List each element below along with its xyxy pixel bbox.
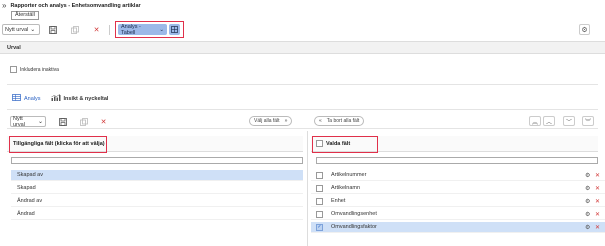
main-toolbar: Nytt urval ⌄ ✕: [0, 21, 605, 37]
delete-icon[interactable]: ✕: [98, 116, 109, 127]
include-inactive-option[interactable]: Inkludera inaktiva: [10, 66, 59, 73]
expand-chevron-icon[interactable]: »: [2, 1, 6, 10]
double-chevron-down-icon: ︾: [584, 119, 591, 126]
field-label: Skapad av: [17, 172, 43, 178]
move-top-button[interactable]: ︽: [529, 116, 541, 126]
field-selection-label: Nytt urval: [13, 115, 25, 128]
breadcrumb-bar: » Rapporter och analys - Enhetsomvandlin…: [0, 0, 605, 11]
field-label: Ändrad: [17, 211, 35, 217]
move-up-button[interactable]: ︿: [543, 116, 555, 126]
divider: [7, 109, 598, 110]
row-checkbox[interactable]: ✓: [316, 224, 323, 231]
chevron-down-icon: ⌄: [30, 27, 36, 33]
selected-field-row[interactable]: Omvandlingsenhet ⚙ ✕: [311, 209, 605, 220]
reset-tooltip: Återställ: [11, 11, 39, 20]
gear-icon[interactable]: ⚙: [585, 185, 590, 192]
select-all-button[interactable]: Välj alla fält »: [249, 116, 293, 126]
double-chevron-right-icon: »: [284, 118, 288, 124]
highlight-box-selected: [312, 136, 378, 153]
double-chevron-left-icon: «: [319, 118, 322, 124]
remove-icon[interactable]: ✕: [595, 172, 600, 179]
move-down-button[interactable]: ﹀: [563, 116, 575, 126]
field-label: Artikelnummer: [331, 172, 367, 178]
field-label: Omvandlingsfaktor: [331, 224, 377, 230]
table-icon[interactable]: [169, 24, 180, 35]
selection-dropdown[interactable]: Nytt urval ⌄: [2, 24, 40, 35]
table-icon: [12, 94, 21, 103]
available-field-row[interactable]: Skapad: [11, 183, 303, 194]
view-dropdown[interactable]: Analys - Tabell ⌄: [118, 23, 167, 36]
selected-field-row[interactable]: Artikelnamn ⚙ ✕: [311, 183, 605, 194]
save-icon[interactable]: [57, 116, 68, 127]
tab-analysis-label: Analys: [24, 95, 41, 102]
remove-icon[interactable]: ✕: [595, 224, 600, 231]
selection-dropdown-label: Nytt urval: [5, 26, 29, 33]
view-dropdown-label: Analys - Tabell: [121, 23, 141, 36]
include-inactive-checkbox[interactable]: [10, 66, 17, 73]
panel-divider: [307, 131, 308, 246]
tab-insight-label: Insikt & nyckeltal: [63, 95, 109, 102]
copy-icon[interactable]: [78, 116, 89, 127]
field-label: Ändrad av: [17, 198, 43, 204]
field-label: Artikelnamn: [331, 185, 361, 191]
field-label: Enhet: [331, 198, 346, 204]
divider: [7, 84, 598, 85]
available-field-row[interactable]: Skapad av: [11, 170, 303, 181]
field-toolbar: Nytt urval ⌄ ✕ Välj alla fält » « Ta bor…: [7, 113, 598, 129]
row-checkbox[interactable]: [316, 198, 323, 205]
tab-insight[interactable]: Insikt & nyckeltal: [50, 94, 109, 103]
breadcrumb: Rapporter och analys - Enhetsomvandling …: [10, 2, 141, 9]
gear-icon[interactable]: ⚙: [585, 172, 590, 179]
chevron-down-icon: ⌄: [37, 119, 43, 125]
urval-header: Urval: [0, 41, 605, 54]
remove-all-label: Ta bort alla fält: [326, 118, 360, 124]
save-icon[interactable]: [47, 24, 58, 35]
available-filter-input[interactable]: [11, 157, 303, 164]
view-tabs: Analys Insikt & nyckeltal: [12, 94, 108, 103]
field-label: Omvandlingsenhet: [331, 211, 377, 217]
remove-icon[interactable]: ✕: [595, 198, 600, 205]
selected-filter-input[interactable]: [316, 157, 598, 164]
copy-icon[interactable]: [69, 24, 80, 35]
gear-icon[interactable]: ⚙: [585, 211, 590, 218]
row-checkbox[interactable]: [316, 172, 323, 179]
include-inactive-label: Inkludera inaktiva: [20, 66, 59, 73]
remove-icon[interactable]: ✕: [595, 211, 600, 218]
chevron-up-icon: ︿: [545, 119, 552, 126]
chart-icon: [50, 94, 61, 103]
remove-all-button[interactable]: « Ta bort alla fält: [314, 116, 365, 126]
selected-field-row[interactable]: Artikelnummer ⚙ ✕: [311, 170, 605, 181]
available-field-row[interactable]: Ändrad av: [11, 196, 303, 207]
field-label: Skapad: [17, 185, 36, 191]
chevron-down-icon: ﹀: [565, 119, 572, 126]
move-bottom-button[interactable]: ︾: [582, 116, 594, 126]
settings-gear-icon[interactable]: ⚙: [579, 24, 590, 35]
highlight-box-available: [9, 136, 107, 153]
select-all-label: Välj alla fält: [254, 118, 280, 124]
double-chevron-up-icon: ︽: [531, 119, 538, 126]
available-field-row[interactable]: Ändrad: [11, 209, 303, 220]
field-selection-dropdown[interactable]: Nytt urval ⌄: [10, 115, 46, 128]
toolbar-divider: [109, 25, 110, 35]
gear-icon[interactable]: ⚙: [585, 198, 590, 205]
selected-field-row[interactable]: Enhet ⚙ ✕: [311, 196, 605, 207]
selected-field-row[interactable]: ✓ Omvandlingsfaktor ⚙ ✕: [311, 222, 605, 233]
remove-icon[interactable]: ✕: [595, 185, 600, 192]
tab-analysis[interactable]: Analys: [12, 94, 41, 103]
row-checkbox[interactable]: [316, 185, 323, 192]
delete-icon[interactable]: ✕: [91, 24, 102, 35]
row-checkbox[interactable]: [316, 211, 323, 218]
gear-icon[interactable]: ⚙: [585, 224, 590, 231]
chevron-down-icon: ⌄: [159, 26, 164, 33]
